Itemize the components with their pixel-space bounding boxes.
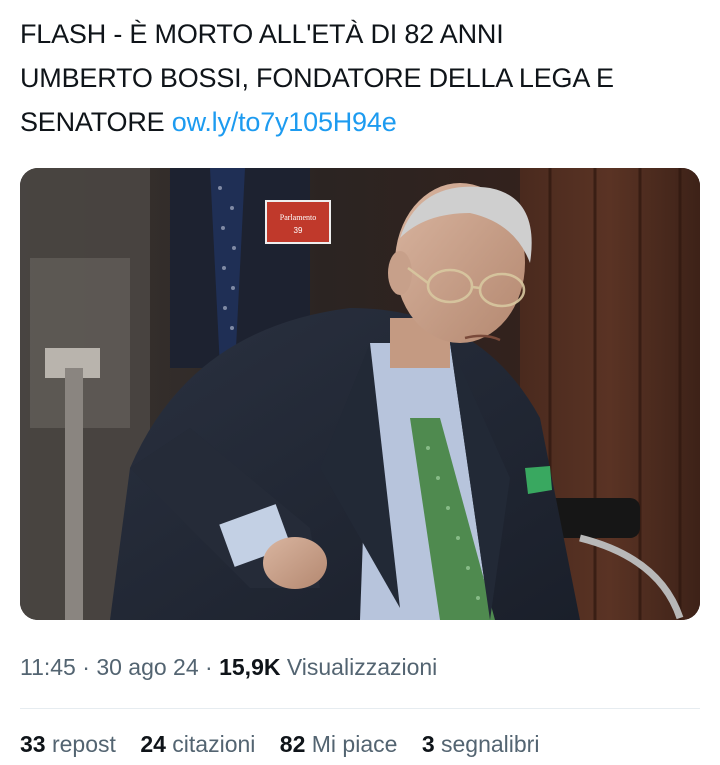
stat-count: 3 [421,731,435,757]
views-label[interactable]: Visualizzazioni [280,654,437,680]
tweet-text-line-1: FLASH - È MORTO ALL'ETÀ DI 82 ANNI [20,19,504,49]
tweet-text-line-2: UMBERTO BOSSI, FONDATORE DELLA LEGA E [20,63,614,93]
stat-bookmarks[interactable]: 3 segnalibri [422,731,540,757]
tweet-stats: 33 repost 24 citazioni 82 Mi piace 3 seg… [20,731,557,758]
badge-text: Parlamento [280,213,316,222]
stat-count: 24 [140,731,166,757]
stat-label: segnalibri [434,731,540,757]
stat-count: 33 [20,731,46,757]
tweet-time[interactable]: 11:45 [20,654,76,680]
tweet-text: FLASH - È MORTO ALL'ETÀ DI 82 ANNI UMBER… [20,12,710,144]
stat-label: citazioni [165,731,256,757]
stat-label: Mi piace [305,731,398,757]
meta-separator: · [198,654,220,680]
stat-reposts[interactable]: 33 repost [20,731,116,757]
views-count[interactable]: 15,9K [219,654,280,680]
tweet-meta: 11:45 · 30 ago 24 · 15,9K Visualizzazion… [20,654,437,681]
divider [20,708,700,709]
stat-likes[interactable]: 82 Mi piace [280,731,398,757]
tweet-photo[interactable]: Parlamento 39 [20,168,700,620]
stat-count: 82 [279,731,306,757]
badge-number: 39 [294,226,303,235]
tweet-date[interactable]: 30 ago 24 [96,654,198,680]
photo-illustration: Parlamento 39 [20,168,700,620]
stat-quotes[interactable]: 24 citazioni [140,731,255,757]
tweet-text-line-3-text: SENATORE [20,107,172,137]
tweet-link[interactable]: ow.ly/to7y105H94e [172,107,397,137]
stat-label: repost [45,731,116,757]
meta-separator: · [75,654,97,680]
tweet-text-line-3: SENATORE ow.ly/to7y105H94e [20,100,710,144]
